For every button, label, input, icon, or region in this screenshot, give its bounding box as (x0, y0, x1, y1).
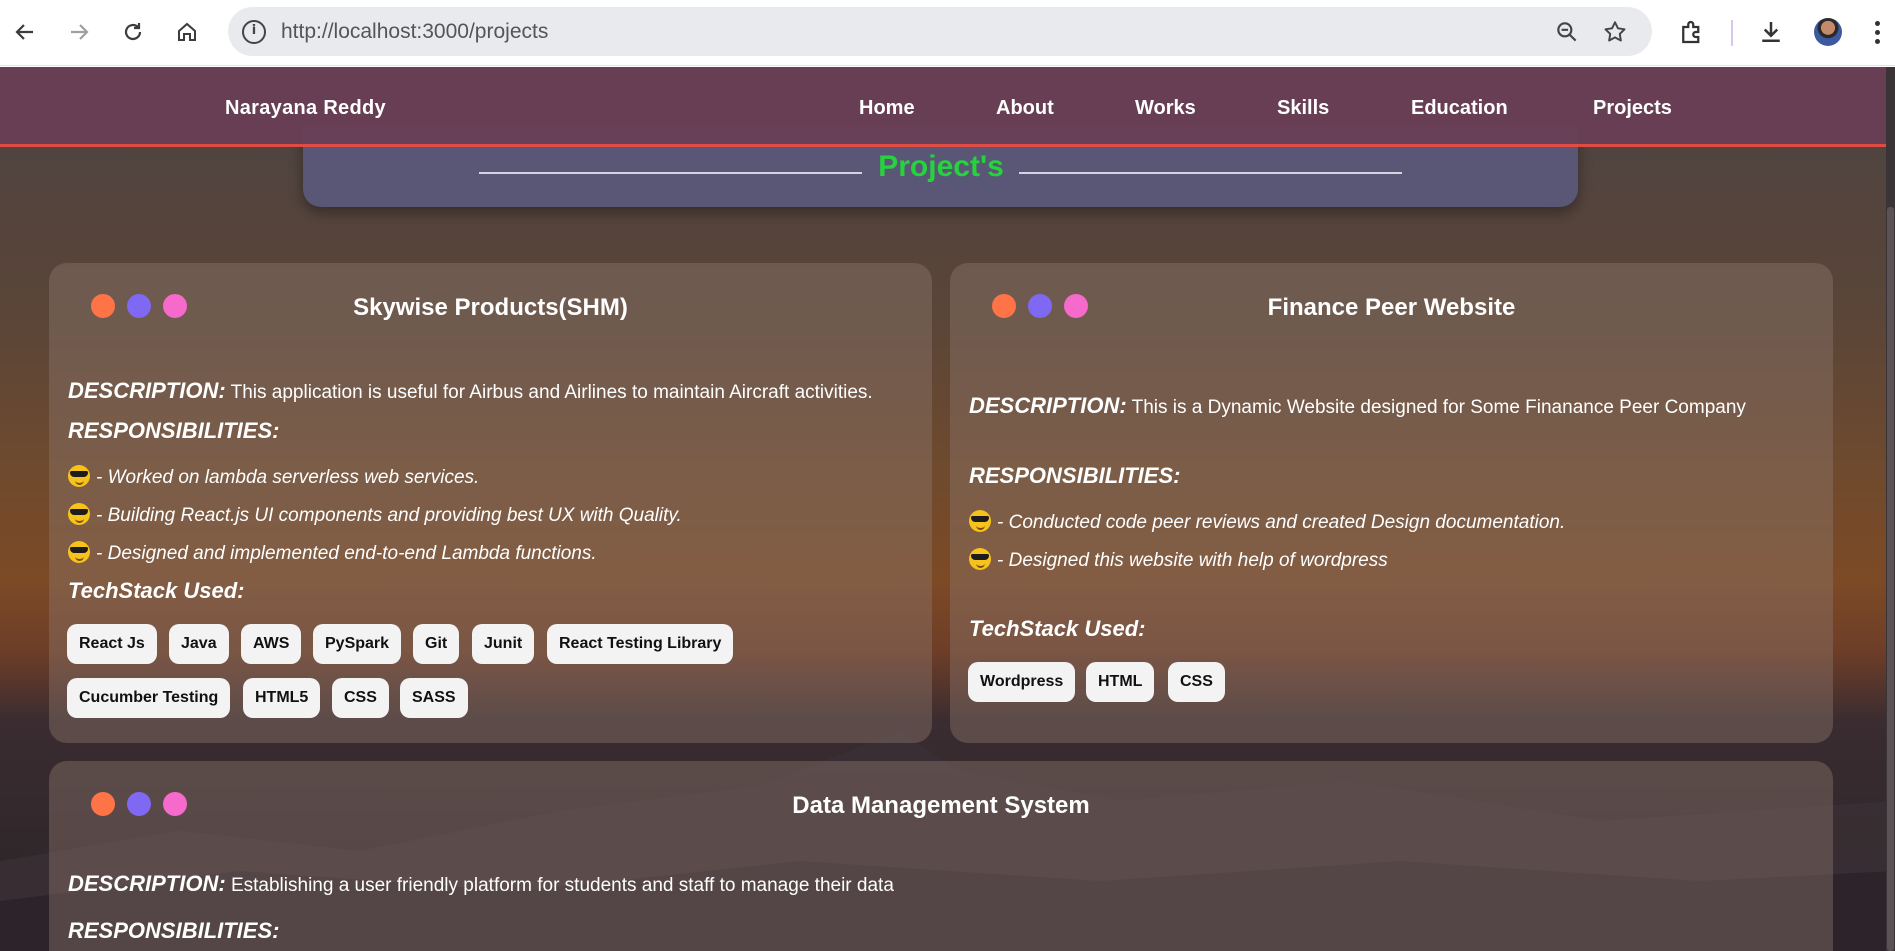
forward-icon[interactable] (66, 13, 92, 51)
reload-icon[interactable] (120, 13, 146, 51)
profile-avatar[interactable] (1814, 18, 1842, 46)
nav-skills[interactable]: Skills (1277, 97, 1329, 120)
browser-toolbar: http://localhost:3000/projects (0, 0, 1895, 66)
section-title: Project's (878, 150, 1004, 183)
tech-chip: Junit (472, 624, 535, 664)
page-viewport: Narayana Reddy Home About Works Skills E… (0, 67, 1895, 951)
description-label: DESCRIPTION: (68, 871, 226, 896)
url-text[interactable]: http://localhost:3000/projects (281, 20, 548, 44)
description-label: DESCRIPTION: (68, 378, 226, 403)
tech-chip: React Js (67, 624, 157, 664)
brand-name[interactable]: Narayana Reddy (225, 97, 386, 120)
techstack-heading: TechStack Used: (969, 616, 1146, 641)
responsibility-item: - Conducted code peer reviews and create… (969, 510, 1565, 534)
download-icon[interactable] (1756, 17, 1786, 47)
tech-chip: Wordpress (968, 662, 1076, 702)
tech-chip: CSS (332, 678, 389, 718)
nav-projects[interactable]: Projects (1593, 97, 1672, 120)
project-description: DESCRIPTION: This application is useful … (68, 378, 873, 404)
description-label: DESCRIPTION: (969, 393, 1127, 418)
project-title: Finance Peer Website (1267, 294, 1516, 321)
page-scrollbar[interactable] (1886, 67, 1895, 951)
responsibilities-heading: RESPONSIBILITIES: (969, 463, 1181, 488)
description-text: This application is useful for Airbus an… (230, 382, 873, 403)
site-header: Narayana Reddy Home About Works Skills E… (0, 67, 1886, 147)
tech-chip: HTML (1086, 662, 1155, 702)
responsibilities-heading: RESPONSIBILITIES: (68, 918, 280, 943)
sunglasses-emoji-icon (68, 503, 90, 525)
nav-home[interactable]: Home (859, 97, 915, 120)
nav-education[interactable]: Education (1411, 97, 1508, 120)
bookmark-star-icon[interactable] (1602, 19, 1628, 45)
responsibility-item: - Designed and implemented end-to-end La… (68, 541, 597, 565)
tech-chip: Git (413, 624, 460, 664)
responsibilities-heading: RESPONSIBILITIES: (68, 418, 280, 443)
tech-chip: React Testing Library (547, 624, 734, 664)
scrollbar-thumb[interactable] (1887, 207, 1894, 951)
project-title: Data Management System (792, 792, 1090, 819)
nav-works[interactable]: Works (1135, 97, 1196, 120)
responsibility-item: - Worked on lambda serverless web servic… (68, 465, 479, 489)
address-bar[interactable]: http://localhost:3000/projects (228, 7, 1652, 56)
project-description: DESCRIPTION: Establishing a user friendl… (68, 871, 894, 897)
extensions-icon[interactable] (1677, 17, 1707, 47)
site-info-icon[interactable] (242, 20, 266, 44)
menu-icon[interactable] (1873, 18, 1881, 48)
tech-chip: Java (169, 624, 229, 664)
tech-chip: SASS (400, 678, 468, 718)
zoom-icon[interactable] (1554, 19, 1580, 45)
description-text: Establishing a user friendly platform fo… (230, 875, 894, 896)
description-text: This is a Dynamic Website designed for S… (1131, 397, 1746, 418)
sunglasses-emoji-icon (969, 510, 991, 532)
responsibility-item: - Building React.js UI components and pr… (68, 503, 682, 527)
project-description: DESCRIPTION: This is a Dynamic Website d… (969, 393, 1746, 419)
tech-chip: Cucumber Testing (67, 678, 231, 718)
responsibility-item: - Designed this website with help of wor… (969, 548, 1388, 572)
tech-chip: CSS (1168, 662, 1225, 702)
tech-chip: PySpark (313, 624, 402, 664)
techstack-heading: TechStack Used: (68, 578, 245, 603)
project-title: Skywise Products(SHM) (353, 294, 628, 321)
back-icon[interactable] (12, 13, 38, 51)
tech-chip: HTML5 (243, 678, 321, 718)
sunglasses-emoji-icon (68, 465, 90, 487)
project-card: Finance Peer Website DESCRIPTION: This i… (950, 263, 1833, 743)
sunglasses-emoji-icon (68, 541, 90, 563)
toolbar-separator (1731, 20, 1733, 46)
nav-about[interactable]: About (996, 97, 1054, 120)
sunglasses-emoji-icon (969, 548, 991, 570)
home-icon[interactable] (174, 13, 200, 51)
project-card: Data Management System DESCRIPTION: Esta… (49, 761, 1833, 951)
project-card: Skywise Products(SHM) DESCRIPTION: This … (49, 263, 932, 743)
tech-chip: AWS (241, 624, 302, 664)
